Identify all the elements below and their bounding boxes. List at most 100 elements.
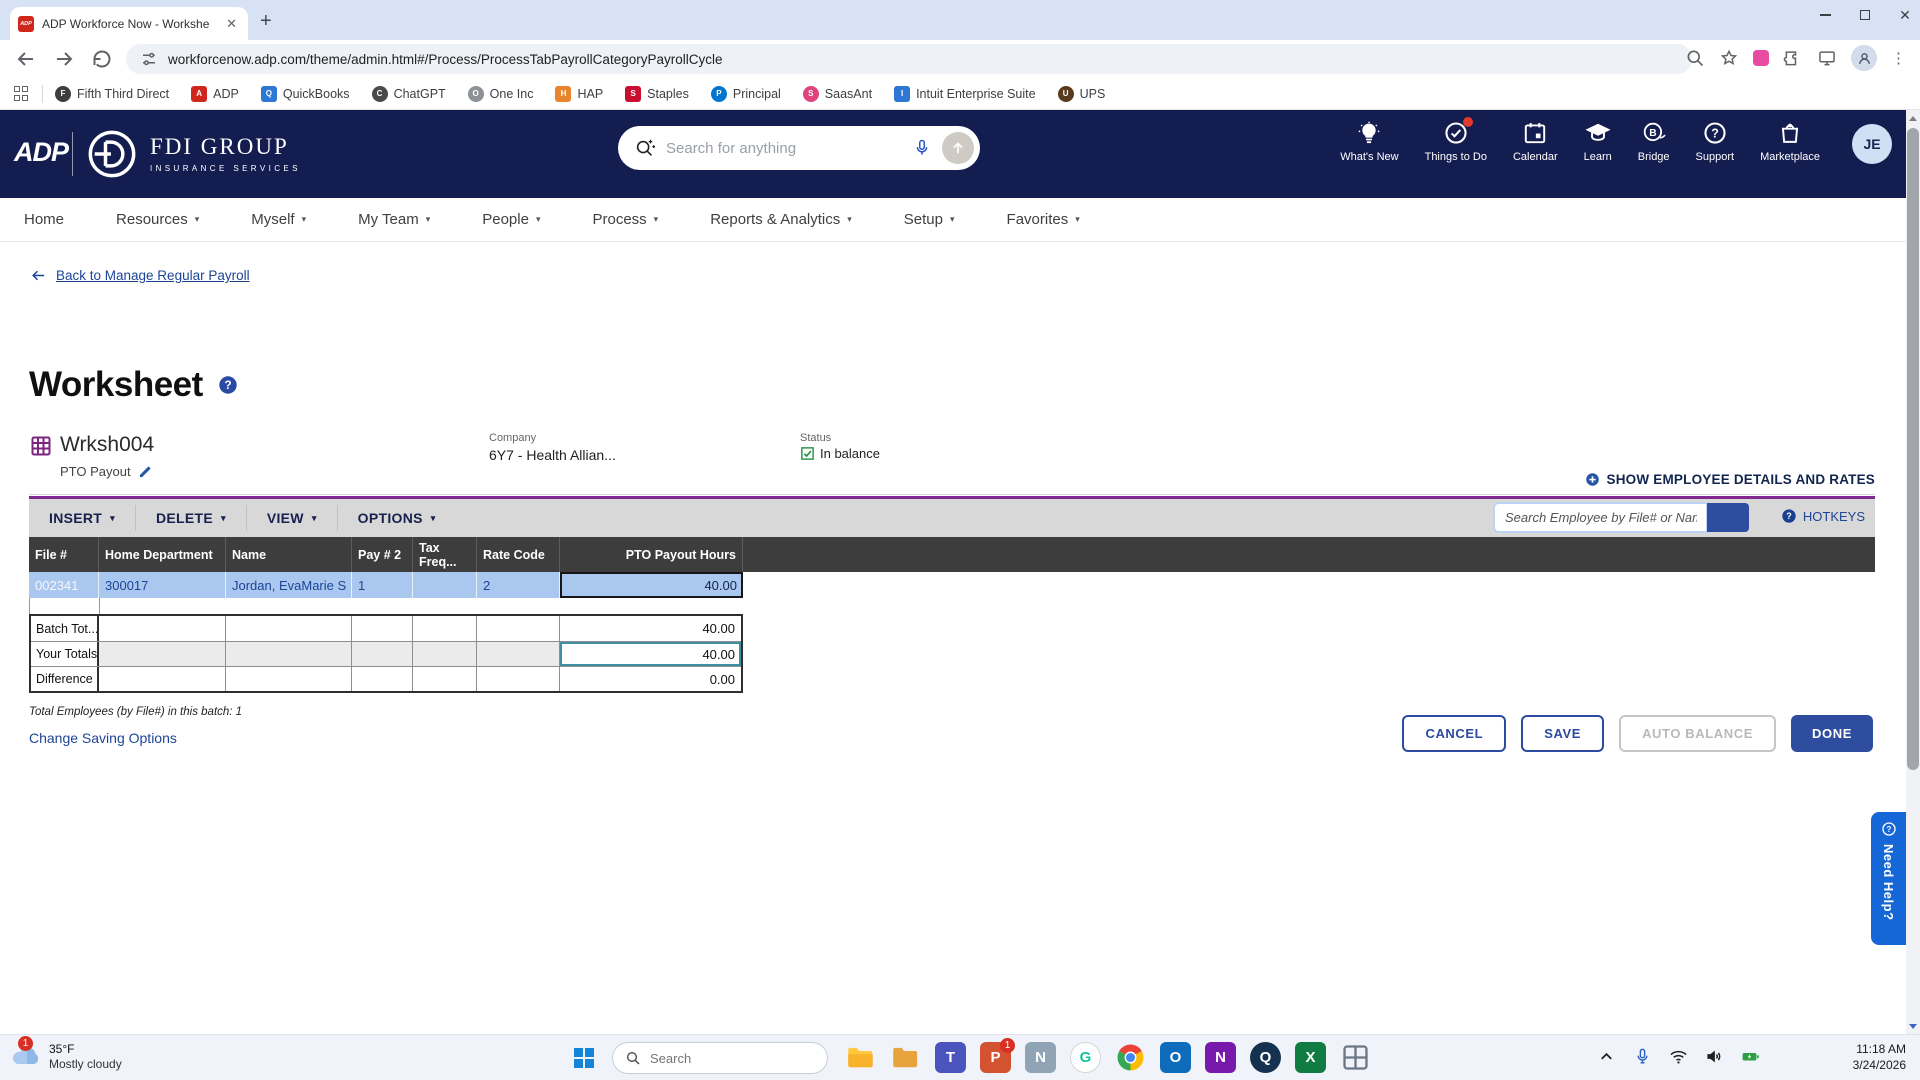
tray-mic-icon[interactable] [1633, 1047, 1652, 1066]
tray-battery-icon[interactable] [1741, 1047, 1760, 1066]
column-header-rate-code[interactable]: Rate Code [477, 537, 560, 572]
search-submit-button[interactable] [942, 132, 974, 164]
column-header-name[interactable]: Name [226, 537, 352, 572]
address-bar[interactable]: workforcenow.adp.com/theme/admin.html#/P… [126, 44, 1692, 74]
tray-wifi-icon[interactable] [1669, 1047, 1688, 1066]
browser-tab[interactable]: ADP ADP Workforce Now - Workshe ✕ [10, 7, 248, 40]
header-support-button[interactable]: ? Support [1696, 120, 1734, 163]
column-header-home-department[interactable]: Home Department [99, 537, 226, 572]
bookmark-saasant[interactable]: S SaasAnt [802, 85, 872, 102]
back-to-payroll-link[interactable]: Back to Manage Regular Payroll [30, 267, 250, 284]
cell-home-department[interactable]: 300017 [99, 572, 226, 598]
device-icon[interactable] [1817, 48, 1837, 68]
edit-pencil-icon[interactable] [138, 464, 153, 479]
taskbar-app-file-explorer[interactable] [845, 1042, 876, 1073]
cell-rate-code[interactable]: 2 [477, 572, 560, 598]
bookmark-hap[interactable]: H HAP [555, 85, 603, 102]
cell-file[interactable]: 002341 [29, 572, 99, 598]
weather-widget[interactable]: 1 35°F Mostly cloudy [10, 1036, 122, 1072]
title-help-icon[interactable]: ? [217, 374, 239, 396]
bookmark-quickbooks[interactable]: Q QuickBooks [260, 85, 350, 102]
taskbar-app-folder[interactable] [890, 1042, 921, 1073]
voice-search-icon[interactable] [912, 138, 932, 158]
bookmark-one-inc[interactable]: O One Inc [467, 85, 533, 102]
bookmark-star-icon[interactable] [1719, 48, 1739, 68]
header-what-s-new-button[interactable]: What's New [1340, 120, 1399, 163]
toolbar-menu-options[interactable]: OPTIONS ▾ [338, 499, 456, 537]
column-header-file[interactable]: File # [29, 537, 99, 572]
need-help-tab[interactable]: ? Need Help? [1871, 812, 1906, 945]
show-employee-details-link[interactable]: SHOW EMPLOYEE DETAILS AND RATES [1585, 472, 1875, 487]
header-bridge-button[interactable]: B Bridge [1638, 120, 1670, 163]
reload-icon[interactable] [90, 47, 114, 71]
taskbar-app-task-view[interactable] [1340, 1042, 1371, 1073]
window-close-button[interactable]: ✕ [1898, 7, 1912, 23]
new-tab-button[interactable]: + [260, 11, 272, 31]
nav-item-people[interactable]: People ▾ [482, 211, 540, 228]
nav-item-setup[interactable]: Setup ▾ [904, 211, 955, 228]
tab-close-icon[interactable]: ✕ [223, 16, 240, 32]
bookmark-principal[interactable]: P Principal [710, 85, 781, 102]
tray-chevron-up-icon[interactable] [1597, 1047, 1616, 1066]
toolbar-menu-delete[interactable]: DELETE ▾ [136, 499, 246, 537]
bookmark-intuit-enterprise-suite[interactable]: I Intuit Enterprise Suite [894, 85, 1036, 102]
back-icon[interactable] [14, 47, 38, 71]
taskbar-app-quickbooks[interactable]: Q [1250, 1042, 1281, 1073]
taskbar-app-powerpoint[interactable]: P1 [980, 1038, 1015, 1073]
nav-item-favorites[interactable]: Favorites ▾ [1007, 211, 1080, 228]
taskbar-app-grammarly[interactable]: G [1070, 1042, 1101, 1073]
taskbar-search-input[interactable] [650, 1050, 800, 1066]
nav-item-home[interactable]: Home [24, 211, 64, 228]
header-things-to-do-button[interactable]: Things to Do [1425, 117, 1487, 163]
bookmark-ups[interactable]: U UPS [1057, 85, 1105, 102]
cell-tax-freq[interactable] [413, 572, 477, 598]
save-button[interactable]: SAVE [1521, 715, 1605, 752]
column-header-pto-payout-hours[interactable]: PTO Payout Hours [560, 537, 743, 572]
scrollbar-thumb[interactable] [1907, 128, 1919, 770]
tune-icon[interactable] [140, 50, 158, 68]
start-button[interactable] [574, 1048, 594, 1068]
scroll-up-icon[interactable] [1906, 110, 1920, 126]
bookmark-staples[interactable]: S Staples [625, 85, 689, 102]
toolbar-menu-insert[interactable]: INSERT ▾ [29, 499, 135, 537]
header-marketplace-button[interactable]: Marketplace [1760, 120, 1820, 163]
done-button[interactable]: DONE [1791, 715, 1873, 752]
table-row[interactable]: 002341 300017 Jordan, EvaMarie S 1 2 40.00 [29, 572, 743, 598]
cell-pay-2[interactable]: 1 [352, 572, 413, 598]
taskbar-app-teams[interactable]: T [935, 1042, 966, 1073]
change-saving-options-link[interactable]: Change Saving Options [29, 730, 177, 746]
column-header-tax-freq[interactable]: Tax Freq... [413, 537, 477, 572]
header-learn-button[interactable]: Learn [1584, 120, 1612, 163]
user-avatar[interactable]: JE [1852, 124, 1892, 164]
nav-item-myself[interactable]: Myself ▾ [251, 211, 306, 228]
page-scrollbar[interactable] [1906, 110, 1920, 1034]
zoom-icon[interactable] [1685, 48, 1705, 68]
forward-icon[interactable] [52, 47, 76, 71]
tray-volume-icon[interactable] [1705, 1047, 1724, 1066]
auto-balance-button[interactable]: AUTO BALANCE [1619, 715, 1777, 752]
taskbar-app-notes[interactable]: N [1025, 1042, 1056, 1073]
employee-search-button[interactable] [1707, 503, 1749, 532]
taskbar-app-chrome[interactable] [1115, 1042, 1146, 1073]
browser-menu-icon[interactable]: ⋮ [1891, 49, 1906, 67]
extensions-puzzle-icon[interactable] [1783, 48, 1803, 68]
window-maximize-button[interactable] [1858, 8, 1872, 22]
employee-search-input[interactable] [1493, 502, 1708, 533]
nav-item-reports-analytics[interactable]: Reports & Analytics ▾ [710, 211, 852, 228]
browser-profile-avatar[interactable] [1851, 45, 1877, 71]
totals-value[interactable]: 40.00 [560, 642, 741, 666]
apps-grid-icon[interactable] [14, 85, 30, 102]
nav-item-process[interactable]: Process ▾ [592, 211, 658, 228]
taskbar-app-onenote[interactable]: N [1205, 1042, 1236, 1073]
bookmark-adp[interactable]: A ADP [191, 85, 239, 102]
cancel-button[interactable]: CANCEL [1402, 715, 1507, 752]
bookmark-chatgpt[interactable]: C ChatGPT [371, 85, 446, 102]
url-text[interactable]: workforcenow.adp.com/theme/admin.html#/P… [168, 52, 722, 67]
scroll-down-icon[interactable] [1906, 1018, 1920, 1034]
column-header-pay-2[interactable]: Pay # 2 [352, 537, 413, 572]
pinned-extension-icon[interactable] [1753, 50, 1769, 66]
header-calendar-button[interactable]: Calendar [1513, 120, 1558, 163]
toolbar-menu-view[interactable]: VIEW ▾ [247, 499, 337, 537]
taskbar-app-excel[interactable]: X [1295, 1042, 1326, 1073]
adp-logo[interactable]: ADP [14, 137, 69, 168]
